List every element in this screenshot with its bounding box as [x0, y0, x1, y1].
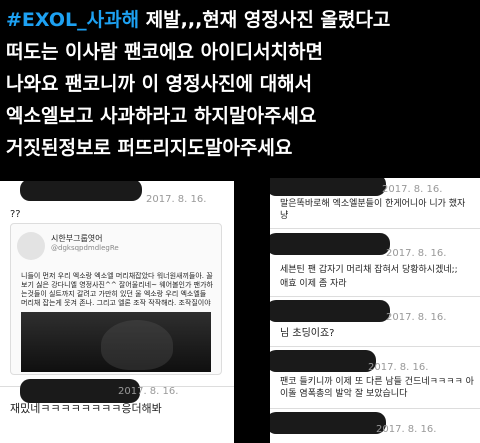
redaction-scribble — [270, 300, 390, 322]
profile-handle: @dgksqpdmdlegRe — [51, 244, 119, 252]
reply-text: 세븐틴 팬 갑자기 머리채 잡혀서 당황하시겠네;; — [280, 265, 458, 275]
tweet-line-1-text: 제발,,,현재 영정사진 올렸다고 — [139, 9, 391, 31]
reply-question: ?? — [10, 209, 21, 220]
left-screenshot[interactable]: 2017. 8. 16. ?? 시한부그룹엿어 @dgksqpdmdlegRe … — [0, 181, 234, 443]
reply-text: 팬코 들키니까 이제 또 다른 남들 건드네ㅋㅋㅋㅋ 아이돌 염폭총의 발악 잘… — [280, 377, 474, 399]
reply-text: 애효 이제 좀 자라 — [280, 279, 347, 289]
date-label: 2017. 8. 16. — [386, 312, 447, 323]
redaction-scribble — [20, 181, 142, 201]
divider — [270, 346, 480, 347]
date-label: 2017. 8. 16. — [146, 194, 207, 205]
avatar — [17, 232, 45, 260]
profile-name: 시한부그룹엿어 — [51, 234, 103, 243]
quoted-post-text: 니들이 먼저 우리 엑소랑 엑소엘 머리채잡았다 워너원새끼들아. 꼴보기 싫은… — [21, 272, 213, 307]
redaction-scribble — [270, 412, 386, 434]
tweet-line-3: 나와요 팬코니까 이 영정사진에 대해서 — [6, 73, 313, 95]
date-label: 2017. 8. 16. — [118, 386, 179, 397]
tweet-line-5: 거짓된정보로 퍼뜨리지도말아주세요 — [6, 137, 293, 159]
redaction-scribble — [270, 233, 390, 255]
divider — [270, 228, 480, 229]
reply-text: 말은똑바로해 엑소엘분들이 한게어니아 니가 했자냥 — [280, 199, 466, 221]
tweet-line-2: 떠도는 이사람 팬코에요 아이디서치하면 — [6, 41, 324, 63]
divider — [270, 408, 480, 409]
reply-text: 재밌네ㅋㅋㅋㅋㅋㅋㅋㅋ응더해봐 — [10, 402, 162, 415]
tweet-line-1: #EXOL_사과해 제발,,,현재 영정사진 올렸다고 — [6, 4, 478, 36]
divider — [270, 296, 480, 297]
date-label: 2017. 8. 16. — [376, 424, 437, 435]
redaction-scribble — [270, 178, 386, 196]
reply-text: 님 초딩이죠? — [280, 328, 335, 339]
redaction-scribble — [270, 350, 376, 372]
date-label: 2017. 8. 16. — [368, 362, 429, 373]
tweet-text: #EXOL_사과해 제발,,,현재 영정사진 올렸다고 떠도는 이사람 팬코에요… — [6, 4, 478, 164]
right-screenshot[interactable]: 2017. 8. 16. 말은똑바로해 엑소엘분들이 한게어니아 니가 했자냥 … — [270, 178, 480, 443]
hashtag-link[interactable]: #EXOL_사과해 — [6, 9, 139, 31]
tweet-line-4: 엑소엘보고 사과하라고 하지말아주세요 — [6, 105, 317, 127]
date-label: 2017. 8. 16. — [386, 248, 447, 259]
date-label: 2017. 8. 16. — [382, 184, 443, 195]
attached-photo — [21, 312, 211, 372]
quoted-tweet-card[interactable]: 시한부그룹엿어 @dgksqpdmdlegRe 니들이 먼저 우리 엑소랑 엑소… — [10, 223, 222, 375]
